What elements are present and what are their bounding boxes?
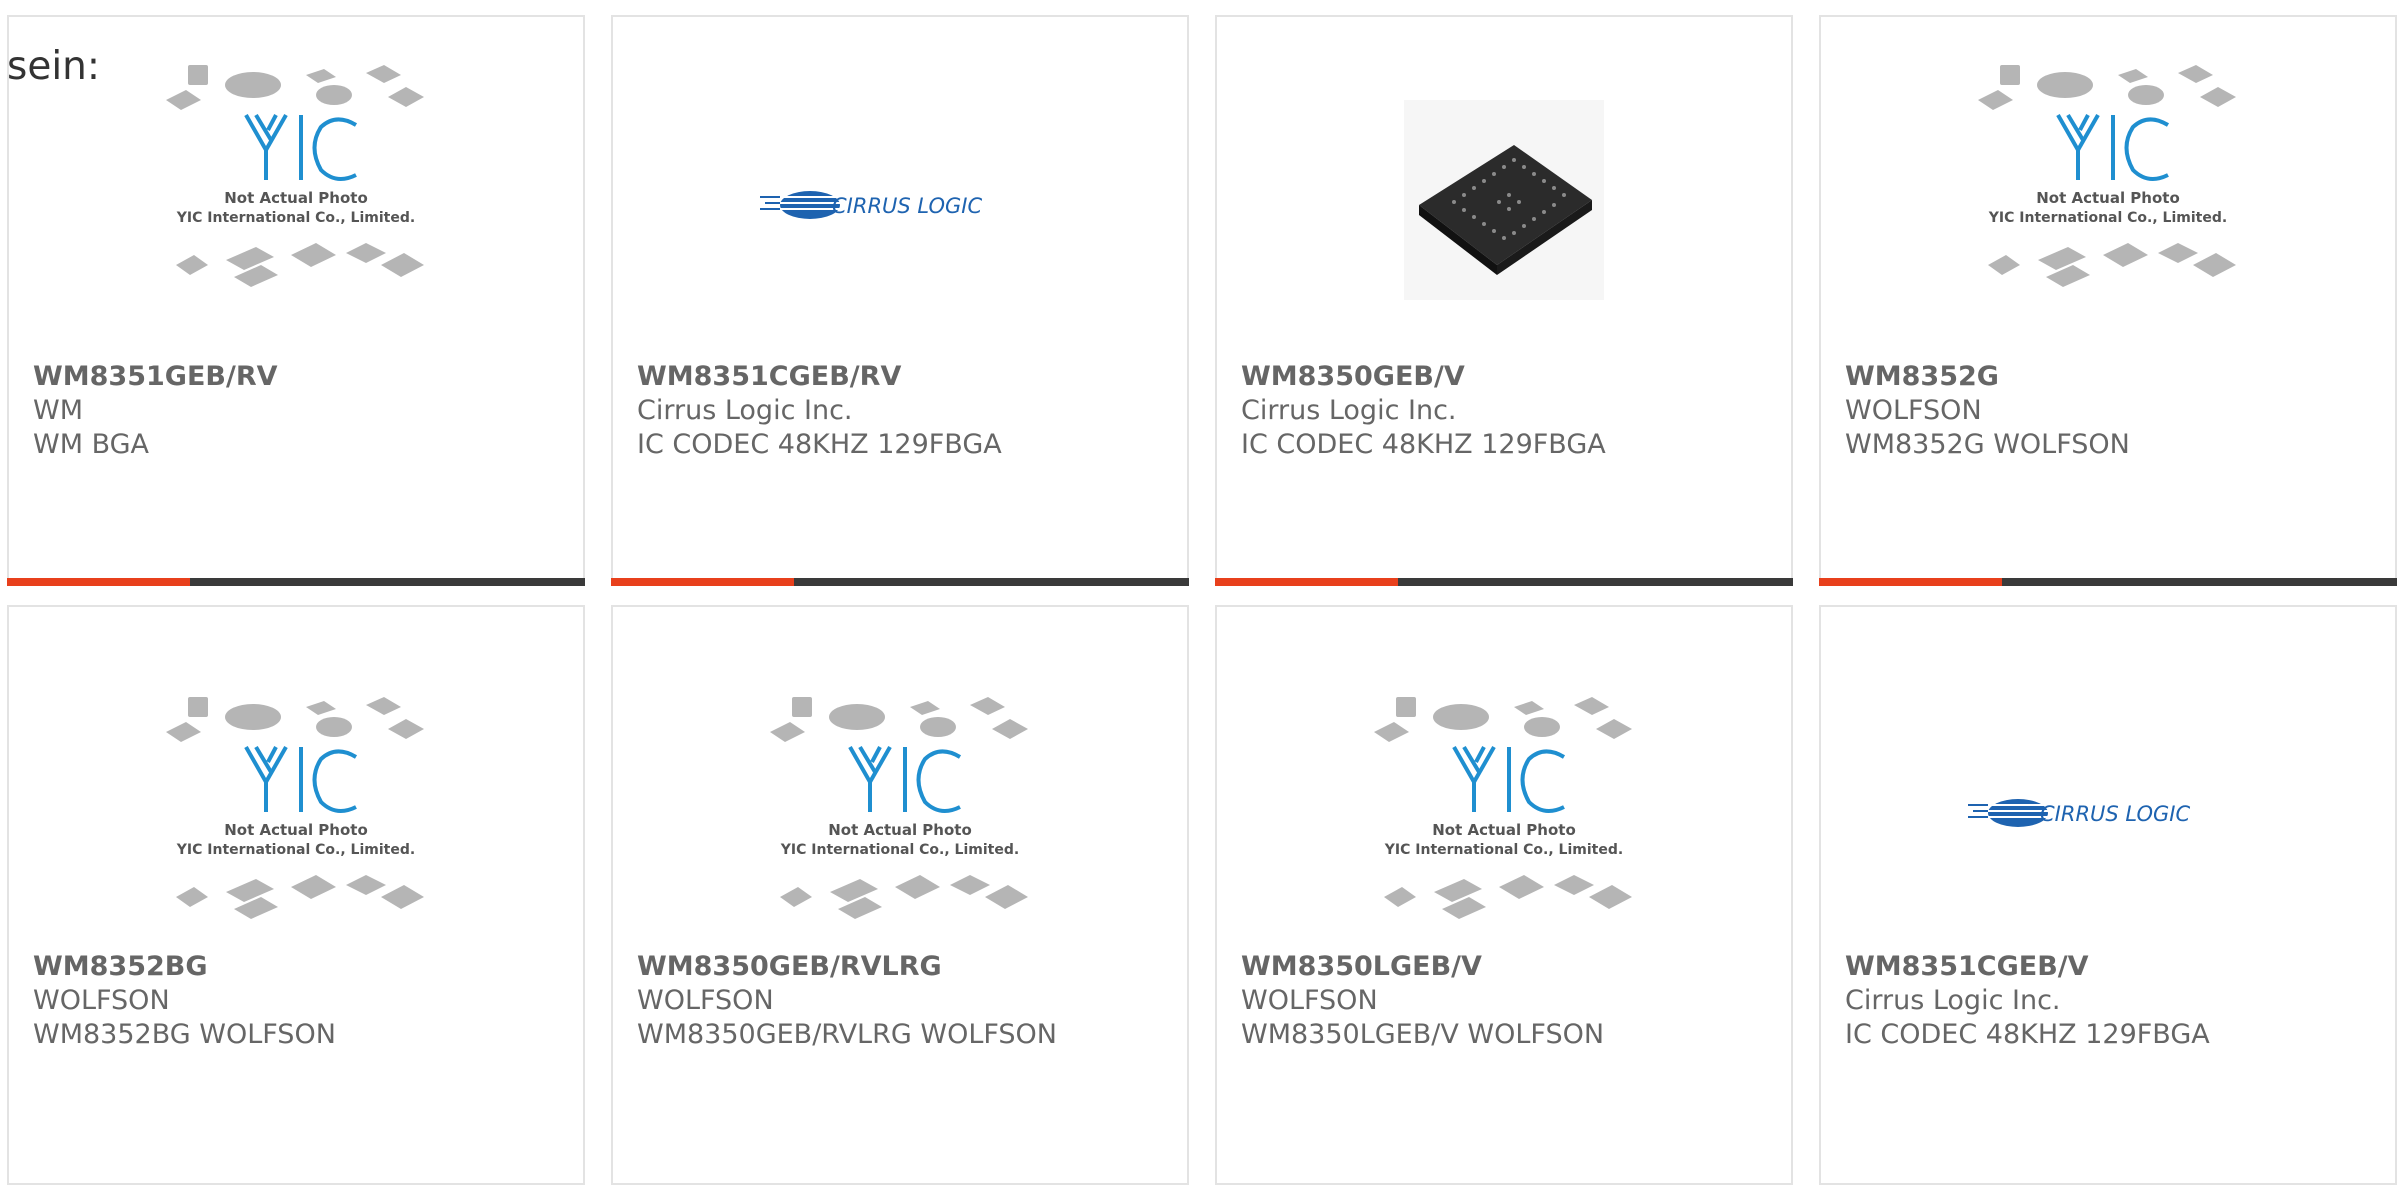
description: IC CODEC 48KHZ 129FBGA <box>637 429 1002 460</box>
product-image: CIRRUS LOGIC <box>1821 645 2395 955</box>
description: IC CODEC 48KHZ 129FBGA <box>1241 429 1606 460</box>
product-card[interactable]: CIRRUS LOGIC WM8351CGEB/V Cirrus Logic I… <box>1819 605 2397 1185</box>
svg-text:YIC International Co., Limited: YIC International Co., Limited. <box>1384 842 1623 858</box>
description: WM8350GEB/RVLRG WOLFSON <box>637 1019 1058 1050</box>
part-number[interactable]: WM8350LGEB/V <box>1241 950 1771 984</box>
part-number[interactable]: WM8351CGEB/RV <box>637 360 1167 394</box>
svg-text:CIRRUS LOGIC: CIRRUS LOGIC <box>2040 802 2190 826</box>
card-bottom-bar <box>611 578 1189 586</box>
svg-text:YIC International Co., Limited: YIC International Co., Limited. <box>176 210 415 226</box>
description: WM8352G WOLFSON <box>1845 429 2130 460</box>
description: WM BGA <box>33 429 150 460</box>
manufacturer: Cirrus Logic Inc. <box>1845 985 2061 1016</box>
svg-text:YIC International Co., Limited: YIC International Co., Limited. <box>1988 210 2227 226</box>
svg-text:Not Actual Photo: Not Actual Photo <box>2036 189 2180 207</box>
product-image <box>1217 55 1791 365</box>
product-image: Not Actual Photo YIC International Co., … <box>1217 645 1791 955</box>
svg-text:Not Actual Photo: Not Actual Photo <box>828 821 972 839</box>
part-number[interactable]: WM8350GEB/V <box>1241 360 1771 394</box>
yic-placeholder-icon: Not Actual Photo YIC International Co., … <box>166 697 424 919</box>
description: IC CODEC 48KHZ 129FBGA <box>1845 1019 2210 1050</box>
svg-text:Not Actual Photo: Not Actual Photo <box>224 821 368 839</box>
product-card[interactable]: Not Actual Photo YIC International Co., … <box>7 605 585 1185</box>
part-number[interactable]: WM8351CGEB/V <box>1845 950 2375 984</box>
part-number[interactable]: WM8352BG <box>33 950 563 984</box>
product-image: CIRRUS LOGIC <box>613 55 1187 365</box>
svg-text:Not Actual Photo: Not Actual Photo <box>1432 821 1576 839</box>
cirrus-logic-logo: CIRRUS LOGIC <box>1968 799 2190 827</box>
cirrus-logic-logo: CIRRUS LOGIC <box>760 191 982 219</box>
description: WM8350LGEB/V WOLFSON <box>1241 1019 1605 1050</box>
product-grid: Not Actual Photo YIC International Co., … <box>0 0 2400 1185</box>
svg-text:CIRRUS LOGIC: CIRRUS LOGIC <box>832 194 982 218</box>
manufacturer: WM <box>33 395 83 426</box>
card-accent-bar <box>7 578 190 586</box>
product-image: Not Actual Photo YIC International Co., … <box>9 645 583 955</box>
product-card[interactable]: CIRRUS LOGIC WM8351CGEB/RV Cirrus Logic … <box>611 15 1189 586</box>
card-bottom-bar <box>7 578 585 586</box>
manufacturer: WOLFSON <box>33 985 170 1016</box>
product-card[interactable]: Not Actual Photo YIC International Co., … <box>1215 605 1793 1185</box>
product-card[interactable]: Not Actual Photo YIC International Co., … <box>611 605 1189 1185</box>
yic-placeholder-icon: Not Actual Photo YIC International Co., … <box>1978 65 2236 287</box>
part-number[interactable]: WM8350GEB/RVLRG <box>637 950 1167 984</box>
product-card[interactable]: Not Actual Photo YIC International Co., … <box>7 15 585 586</box>
svg-text:YIC International Co., Limited: YIC International Co., Limited. <box>780 842 1019 858</box>
card-bottom-bar <box>1819 578 2397 586</box>
card-accent-bar <box>1819 578 2002 586</box>
card-accent-bar <box>1215 578 1398 586</box>
manufacturer: Cirrus Logic Inc. <box>1241 395 1457 426</box>
yic-placeholder-icon: Not Actual Photo YIC International Co., … <box>166 65 424 287</box>
yic-placeholder-icon: Not Actual Photo YIC International Co., … <box>1374 697 1632 919</box>
manufacturer: WOLFSON <box>637 985 774 1016</box>
product-card[interactable]: Not Actual Photo YIC International Co., … <box>1819 15 2397 586</box>
product-image: Not Actual Photo YIC International Co., … <box>613 645 1187 955</box>
product-card[interactable]: WM8350GEB/V Cirrus Logic Inc. IC CODEC 4… <box>1215 15 1793 586</box>
manufacturer: WOLFSON <box>1845 395 1982 426</box>
yic-placeholder-icon: Not Actual Photo YIC International Co., … <box>770 697 1028 919</box>
svg-text:Not Actual Photo: Not Actual Photo <box>224 189 368 207</box>
manufacturer: Cirrus Logic Inc. <box>637 395 853 426</box>
bga-chip-photo <box>1404 100 1604 300</box>
svg-text:YIC International Co., Limited: YIC International Co., Limited. <box>176 842 415 858</box>
card-accent-bar <box>611 578 794 586</box>
description: WM8352BG WOLFSON <box>33 1019 336 1050</box>
product-image: Not Actual Photo YIC International Co., … <box>9 55 583 365</box>
product-image: Not Actual Photo YIC International Co., … <box>1821 55 2395 365</box>
manufacturer: WOLFSON <box>1241 985 1378 1016</box>
part-number[interactable]: WM8351GEB/RV <box>33 360 563 394</box>
part-number[interactable]: WM8352G <box>1845 360 2375 394</box>
intro-text: sein: <box>7 44 101 89</box>
card-bottom-bar <box>1215 578 1793 586</box>
